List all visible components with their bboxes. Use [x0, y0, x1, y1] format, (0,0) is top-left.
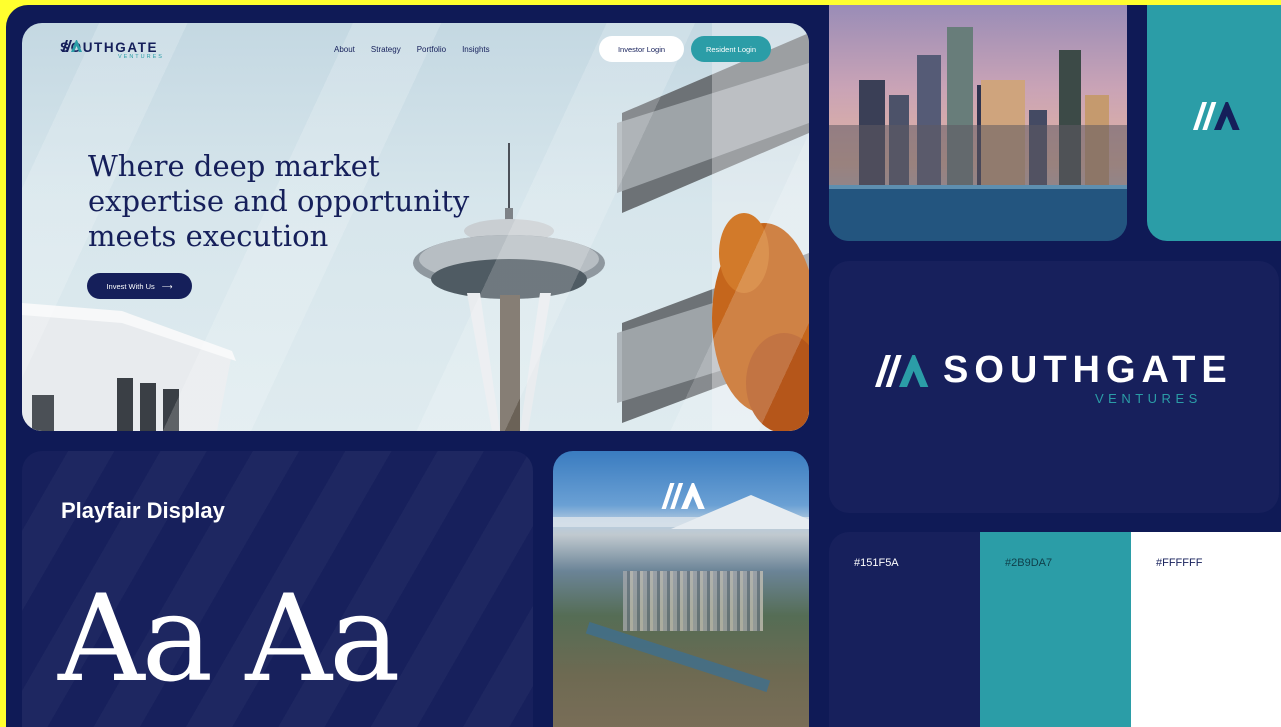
website-hero-mockup: SOUTHGATE VENTURES About Strategy Portfo… — [22, 23, 809, 431]
brand-tagline: VENTURES — [118, 54, 164, 60]
city-texture — [623, 571, 763, 631]
skyline-illustration — [829, 27, 1127, 241]
resident-login-button[interactable]: Resident Login — [691, 36, 771, 62]
hero-headline: Where deep market expertise and opportun… — [88, 149, 470, 253]
brand-board: SOUTHGATE VENTURES About Strategy Portfo… — [6, 5, 1281, 727]
nav-link-about[interactable]: About — [334, 45, 355, 54]
invest-with-us-button[interactable]: Invest With Us ⟶ — [87, 273, 192, 299]
nav-link-portfolio[interactable]: Portfolio — [417, 45, 446, 54]
nav-link-insights[interactable]: Insights — [462, 45, 490, 54]
southgate-logo-mark-icon — [875, 354, 929, 387]
color-swatch-teal: #2B9DA7 — [980, 532, 1131, 727]
southgate-logo-mark-icon — [1193, 102, 1240, 130]
southgate-logo-mark-icon — [62, 40, 82, 52]
primary-logo-wordmark: SOUTHGATE — [943, 349, 1233, 391]
typography-card: Playfair Display Aa Aa — [22, 451, 533, 727]
main-nav: About Strategy Portfolio Insights — [334, 45, 490, 54]
color-swatch-white: #FFFFFF — [1131, 532, 1281, 727]
seattle-skyline-photo — [829, 5, 1127, 241]
font-name: Playfair Display — [61, 498, 225, 523]
aerial-city-photo — [553, 451, 809, 727]
arrow-right-icon: ⟶ — [161, 281, 173, 291]
nav-link-strategy[interactable]: Strategy — [371, 45, 401, 54]
primary-logo-card: SOUTHGATE VENTURES — [829, 261, 1279, 513]
primary-logo: SOUTHGATE — [869, 349, 1233, 392]
swatch-hex-label: #2B9DA7 — [1005, 557, 1053, 569]
swatch-hex-label: #151F5A — [854, 557, 899, 569]
font-sample: Aa Aa — [58, 570, 401, 709]
southgate-logo-mark-icon — [661, 483, 705, 509]
logo-mark-tile — [1147, 5, 1281, 241]
investor-login-button[interactable]: Investor Login — [599, 36, 684, 62]
swatch-hex-label: #FFFFFF — [1156, 557, 1203, 569]
nav-logo[interactable]: SOUTHGATE VENTURES — [60, 40, 164, 60]
waterway-shape — [585, 621, 771, 693]
primary-logo-tagline: VENTURES — [1095, 391, 1202, 406]
color-swatch-navy: #151F5A — [829, 532, 980, 727]
invest-with-us-label: Invest With Us — [106, 281, 155, 291]
